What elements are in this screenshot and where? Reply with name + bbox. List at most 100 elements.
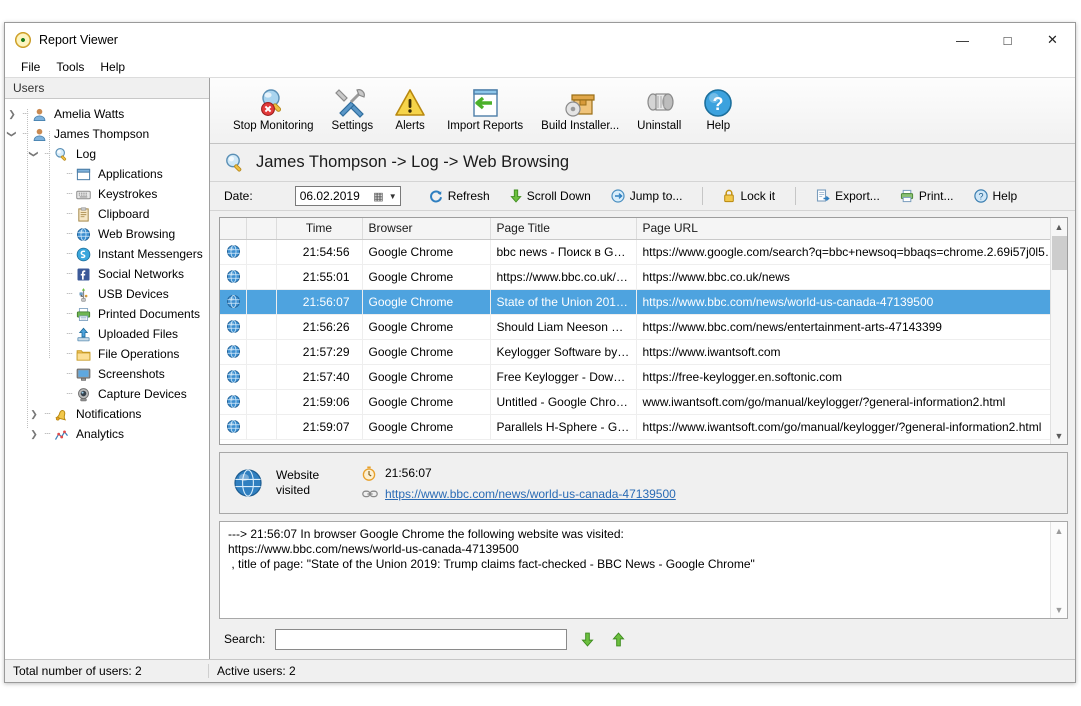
chevron-right-icon[interactable]: ❯ xyxy=(5,104,19,124)
tree-connector: ┄ xyxy=(63,329,76,340)
description-scrollbar[interactable]: ▲ ▼ xyxy=(1050,522,1067,618)
table-row[interactable]: 21:57:29Google ChromeKeylogger Software … xyxy=(220,339,1067,364)
sidebar-item-screenshots[interactable]: ┄Screenshots xyxy=(5,364,209,384)
maximize-button[interactable]: □ xyxy=(985,23,1030,57)
sidebar-item-uploaded-files[interactable]: ┄Uploaded Files xyxy=(5,324,209,344)
calendar-icon[interactable]: ▦ xyxy=(373,190,383,203)
sidebar-item-label: Keystrokes xyxy=(94,187,157,201)
help-button[interactable]: ? Help xyxy=(964,185,1028,207)
desc-scroll-up-icon[interactable]: ▲ xyxy=(1051,522,1068,539)
sidebar-item-printed-documents[interactable]: ┄Printed Documents xyxy=(5,304,209,324)
row-page-title: https://www.bbc.co.uk/ne… xyxy=(490,264,636,289)
menu-item-file[interactable]: File xyxy=(13,58,48,76)
menu-item-help[interactable]: Help xyxy=(92,58,133,76)
event-detail-panel: Website visited 21:56:07 https:// xyxy=(219,452,1068,514)
print-button[interactable]: Print... xyxy=(890,185,964,207)
row-page-title: State of the Union 2019: T… xyxy=(490,289,636,314)
row-globe-icon xyxy=(220,364,246,389)
scrollbar-thumb[interactable] xyxy=(1052,236,1067,270)
refresh-button[interactable]: Refresh xyxy=(419,185,500,207)
minimize-button[interactable]: — xyxy=(940,23,985,57)
sidebar-item-file-operations[interactable]: ┄File Operations xyxy=(5,344,209,364)
toolbar-button-settings[interactable]: Settings xyxy=(323,83,383,139)
find-previous-button[interactable] xyxy=(608,632,629,647)
lock-it-button[interactable]: Lock it xyxy=(713,185,785,207)
sidebar-item-label: Clipboard xyxy=(94,207,149,221)
table-row[interactable]: 21:54:56Google Chromebbc news - Поиск в … xyxy=(220,239,1067,264)
sidebar-item-label: Screenshots xyxy=(94,367,165,381)
scroll-up-arrow-icon[interactable]: ▲ xyxy=(1051,218,1068,235)
column-header-page-title[interactable]: Page Title xyxy=(490,218,636,239)
event-url-link[interactable]: https://www.bbc.com/news/world-us-canada… xyxy=(385,487,676,501)
menu-item-tools[interactable]: Tools xyxy=(48,58,92,76)
table-row[interactable]: 21:59:07Google ChromeParallels H-Sphere … xyxy=(220,414,1067,439)
close-button[interactable]: ✕ xyxy=(1030,23,1075,57)
sidebar-item-notifications[interactable]: ❯┄Notifications xyxy=(5,404,209,424)
sidebar-item-keystrokes[interactable]: ┄Keystrokes xyxy=(5,184,209,204)
toolbar-button-import-reports[interactable]: Import Reports xyxy=(438,83,532,139)
row-browser: Google Chrome xyxy=(362,314,490,339)
chart-icon xyxy=(54,427,72,442)
link-chain-icon xyxy=(362,489,376,499)
sidebar-item-label: Applications xyxy=(94,167,163,181)
export-button[interactable]: Export... xyxy=(806,185,890,207)
row-page-url: https://www.bbc.com/news/world-us-canada… xyxy=(636,289,1067,314)
toolbar-button-stop-monitoring[interactable]: Stop Monitoring xyxy=(224,83,323,139)
refresh-icon xyxy=(429,189,443,203)
sidebar-item-instant-messengers[interactable]: ┄Instant Messengers xyxy=(5,244,209,264)
users-tree[interactable]: ❯┄Amelia Watts❯┄James Thompson❯┄Log┄Appl… xyxy=(5,99,209,659)
column-header-page-url[interactable]: Page URL xyxy=(636,218,1067,239)
column-header-icon[interactable] xyxy=(220,218,246,239)
tree-connector: ┄ xyxy=(63,389,76,400)
sidebar-item-applications[interactable]: ┄Applications xyxy=(5,164,209,184)
desc-scroll-down-icon[interactable]: ▼ xyxy=(1051,601,1068,618)
table-row[interactable]: 21:56:07Google ChromeState of the Union … xyxy=(220,289,1067,314)
sidebar-item-usb-devices[interactable]: ┄USB Devices xyxy=(5,284,209,304)
sidebar-item-social-networks[interactable]: ┄Social Networks xyxy=(5,264,209,284)
sidebar-item-web-browsing[interactable]: ┄Web Browsing xyxy=(5,224,209,244)
row-page-title: Keylogger Software by Iw… xyxy=(490,339,636,364)
table-row[interactable]: 21:56:26Google ChromeShould Liam Neeson … xyxy=(220,314,1067,339)
sidebar-item-label: Notifications xyxy=(72,407,141,421)
row-page-url: https://www.bbc.com/news/entertainment-a… xyxy=(636,314,1067,339)
chevron-right-icon[interactable]: ❯ xyxy=(27,424,41,444)
sidebar-item-label: Web Browsing xyxy=(94,227,175,241)
table-row[interactable]: 21:59:06Google ChromeUntitled - Google C… xyxy=(220,389,1067,414)
chevron-down-icon[interactable]: ▼ xyxy=(389,192,397,201)
find-next-button[interactable] xyxy=(577,632,598,647)
row-browser: Google Chrome xyxy=(362,264,490,289)
sidebar-item-amelia-watts[interactable]: ❯┄Amelia Watts xyxy=(5,104,209,124)
search-input[interactable] xyxy=(275,629,567,650)
column-header-blank[interactable] xyxy=(246,218,276,239)
refresh-label: Refresh xyxy=(448,189,490,203)
date-input[interactable]: 06.02.2019 ▦ ▼ xyxy=(295,186,401,206)
scroll-down-label: Scroll Down xyxy=(527,189,591,203)
settings-icon xyxy=(335,86,369,120)
toolbar-button-build-installer[interactable]: Build Installer... xyxy=(532,83,628,139)
description-text[interactable]: ---> 21:56:07 In browser Google Chrome t… xyxy=(220,522,1050,618)
row-browser: Google Chrome xyxy=(362,414,490,439)
table-vertical-scrollbar[interactable]: ▲ ▼ xyxy=(1050,218,1067,444)
sidebar-item-clipboard[interactable]: ┄Clipboard xyxy=(5,204,209,224)
scroll-down-button[interactable]: Scroll Down xyxy=(500,185,601,207)
sidebar-item-label: Printed Documents xyxy=(94,307,200,321)
jump-to-button[interactable]: Jump to... xyxy=(601,185,693,207)
table-row[interactable]: 21:55:01Google Chromehttps://www.bbc.co.… xyxy=(220,264,1067,289)
log-table[interactable]: Time Browser Page Title Page URL 21:54:5… xyxy=(220,218,1067,440)
sidebar-item-log[interactable]: ❯┄Log xyxy=(5,144,209,164)
toolbar-button-alerts[interactable]: Alerts xyxy=(382,83,438,139)
column-header-time[interactable]: Time xyxy=(276,218,362,239)
toolbar-button-uninstall[interactable]: Uninstall xyxy=(628,83,690,139)
toolbar-button-help[interactable]: ?Help xyxy=(690,83,746,139)
sidebar-item-analytics[interactable]: ❯┄Analytics xyxy=(5,424,209,444)
column-header-browser[interactable]: Browser xyxy=(362,218,490,239)
folder-icon xyxy=(76,347,94,362)
sidebar-item-james-thompson[interactable]: ❯┄James Thompson xyxy=(5,124,209,144)
chevron-right-icon[interactable]: ❯ xyxy=(27,404,41,424)
table-row[interactable]: 21:57:40Google ChromeFree Keylogger - Do… xyxy=(220,364,1067,389)
scroll-down-arrow-icon[interactable]: ▼ xyxy=(1051,427,1068,444)
chevron-down-icon[interactable]: ❯ xyxy=(5,127,22,141)
sidebar-item-capture-devices[interactable]: ┄Capture Devices xyxy=(5,384,209,404)
main-toolbar: Stop MonitoringSettingsAlertsImport Repo… xyxy=(210,78,1075,144)
sidebar: Users ❯┄Amelia Watts❯┄James Thompson❯┄Lo… xyxy=(5,78,210,659)
